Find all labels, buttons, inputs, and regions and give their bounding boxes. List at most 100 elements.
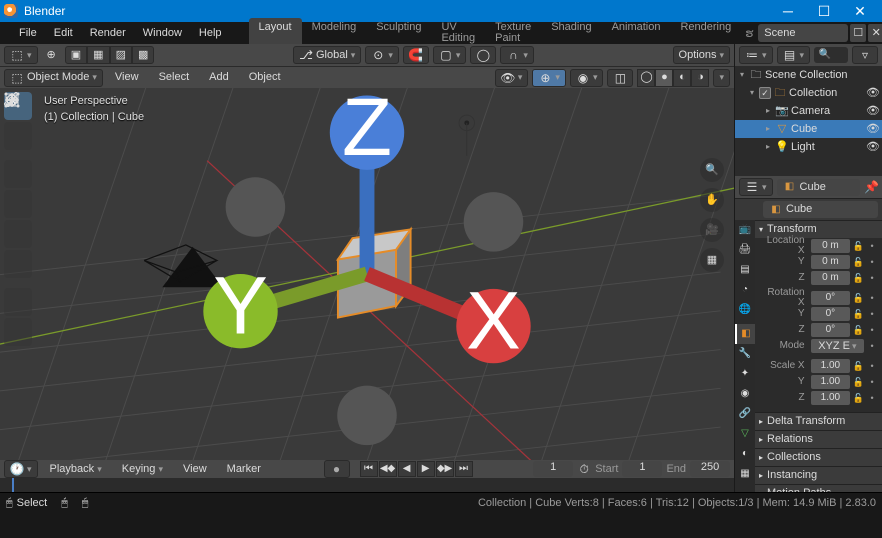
scene-delete-button[interactable]: ✕ [868,24,882,42]
outliner-search[interactable]: 🔍 [814,47,848,63]
selmode-4[interactable]: ▩ [132,46,154,64]
ptab-output[interactable]: 🖨 [735,240,755,260]
menu-edit[interactable]: Edit [46,25,81,42]
proportional-edit[interactable]: ◯ [470,46,496,64]
keyframe-prev[interactable]: ◀◆ [379,461,397,477]
location-y[interactable]: 0 m [811,255,851,269]
lock-scale-z[interactable]: 🔓 [852,391,864,405]
lock-loc-z[interactable]: 🔓 [852,271,864,285]
orientation-selector[interactable]: ⎇Global▾ [293,46,361,64]
lock-scale-x[interactable]: 🔓 [852,359,864,373]
lock-scale-y[interactable]: 🔓 [852,375,864,389]
menu-help[interactable]: Help [191,25,230,42]
snap-toggle[interactable]: 🧲 [403,46,429,64]
autokey-toggle[interactable]: ● [324,460,350,478]
location-z[interactable]: 0 m [811,271,851,285]
maximize-button[interactable]: ☐ [806,0,842,22]
close-button[interactable]: ✕ [842,0,878,22]
rotation-y[interactable]: 0° [811,307,851,321]
outliner-tree[interactable]: ▾🗀 Scene Collection ▾ 🗀 Collection 👁 ▸ 📷… [735,66,882,176]
perspective-button[interactable]: ▦ [700,248,724,272]
editor-type-selector[interactable]: ⬚▾ [4,46,38,64]
lock-rot-y[interactable]: 🔓 [852,307,864,321]
rotation-mode[interactable]: XYZ E▾ [811,339,865,353]
location-x[interactable]: 0 m [811,239,851,253]
timeline-editor-selector[interactable]: 🕐▾ [4,460,38,478]
proportional-falloff[interactable]: ∩▾ [500,46,534,64]
properties-editor-selector[interactable]: ☰▾ [739,178,773,196]
outliner-display-mode[interactable]: ▤▾ [777,46,811,64]
ptab-constraints[interactable]: 🔗 [735,404,755,424]
ptab-object[interactable]: ◧ [735,324,755,344]
navigation-gizmo[interactable]: Z Y X [0,88,734,460]
hide-toggle[interactable]: 👁 [866,142,880,153]
gizmo-popover[interactable]: ⊕▾ [532,69,566,87]
ptab-world[interactable]: 🌐 [735,300,755,320]
timeline-track[interactable] [0,478,734,492]
hide-toggle[interactable]: 👁 [866,124,880,135]
keyframe-next[interactable]: ◆▶ [436,461,454,477]
shade-wireframe[interactable]: ◯ [637,69,655,87]
minimize-button[interactable]: ─ [770,0,806,22]
tl-keying[interactable]: Keying ▾ [114,461,171,478]
outliner-editor-selector[interactable]: ≔▾ [739,46,773,64]
snap-target[interactable]: ▢▾ [433,46,467,64]
menu-window[interactable]: Window [135,25,190,42]
scene-new-button[interactable]: ☐ [850,24,866,42]
options-popover[interactable]: Options▾ [673,46,730,64]
play[interactable]: ▶ [417,461,435,477]
end-frame[interactable]: 250 [690,461,730,477]
pan-button[interactable]: ✋ [700,188,724,212]
hide-toggle[interactable]: 👁 [866,88,880,99]
cursor-tool-icon[interactable]: ⊕ [42,46,61,64]
selmode-2[interactable]: ▦ [87,46,109,64]
zoom-button[interactable]: 🔍 [700,158,724,182]
collection-checkbox[interactable] [759,87,771,99]
menu-render[interactable]: Render [82,25,134,42]
overlay-popover[interactable]: ◉▾ [570,69,604,87]
outliner-item-light[interactable]: ▸ 💡 Light 👁 [735,138,882,156]
jump-start[interactable]: ⏮ [360,461,378,477]
scale-x[interactable]: 1.00 [811,359,851,373]
ptab-texture[interactable]: ▦ [735,464,755,484]
tl-marker[interactable]: Marker [219,461,269,478]
lock-loc-y[interactable]: 🔓 [852,255,864,269]
start-frame[interactable]: 1 [622,461,662,477]
outliner-item-cube[interactable]: ▸ ▽ Cube 👁 [735,120,882,138]
outliner-filter[interactable]: ▿ [852,46,878,64]
menu-file[interactable]: File [11,25,45,42]
shade-matprev[interactable]: ◐ [673,69,691,87]
3d-viewport[interactable]: User Perspective (1) Collection | Cube [0,88,734,460]
ptab-material[interactable]: ◐ [735,444,755,464]
ptab-particles[interactable]: ✦ [735,364,755,384]
lock-loc-x[interactable]: 🔓 [852,239,864,253]
pivot-selector[interactable]: ⊙▾ [365,46,399,64]
ptab-scene[interactable]: ◔ [735,280,755,300]
outliner-scene-collection[interactable]: ▾🗀 Scene Collection [735,66,882,84]
scale-y[interactable]: 1.00 [811,375,851,389]
vp-menu-view[interactable]: View [107,69,147,86]
scene-browse-icon[interactable]: ຮ [742,26,756,40]
shade-solid[interactable]: ● [655,69,673,87]
hide-toggle[interactable]: 👁 [866,106,880,117]
section-collections[interactable]: ▸Collections [755,448,882,466]
shade-rendered[interactable]: ◑ [691,69,709,87]
camera-button[interactable]: 🎥 [700,218,724,242]
object-name-field[interactable]: ◧ Cube [763,201,878,218]
tl-playback[interactable]: Playback ▾ [42,461,110,478]
section-instancing[interactable]: ▸Instancing [755,466,882,484]
ptab-modifiers[interactable]: 🔧 [735,344,755,364]
selmode-3[interactable]: ▨ [110,46,132,64]
ptab-data[interactable]: ▽ [735,424,755,444]
rotation-x[interactable]: 0° [811,291,851,305]
lock-rot-x[interactable]: 🔓 [852,291,864,305]
section-delta[interactable]: ▸Delta Transform [755,412,882,430]
lock-rot-z[interactable]: 🔓 [852,323,864,337]
rotation-z[interactable]: 0° [811,323,851,337]
lock-range-icon[interactable]: ⏱ [577,462,591,476]
xray-toggle[interactable]: ◫ [607,69,633,87]
scene-field[interactable]: Scene [758,24,848,42]
scale-z[interactable]: 1.00 [811,391,851,405]
play-reverse[interactable]: ◀ [398,461,416,477]
properties-breadcrumb[interactable]: ◧ Cube [777,179,860,196]
